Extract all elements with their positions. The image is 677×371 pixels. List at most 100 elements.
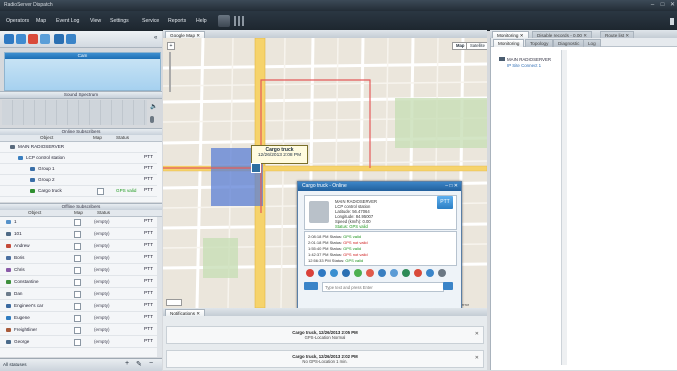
remove-icon[interactable]: − (149, 360, 153, 367)
menu-operators[interactable]: Operators (6, 18, 29, 24)
column-status[interactable]: Status (97, 210, 110, 216)
tree-row-station[interactable]: LCP control station PTT (0, 153, 157, 164)
menu-settings[interactable]: Settings (110, 18, 129, 24)
dismiss-icon[interactable]: ✕ (475, 331, 479, 337)
tree-node-server[interactable]: MAIN RADIOSERVER (507, 57, 551, 62)
ptt-button[interactable]: PTT (144, 303, 153, 308)
dismiss-icon[interactable]: ✕ (475, 355, 479, 361)
column-object[interactable]: Object (28, 210, 41, 216)
menu-view[interactable]: View (90, 18, 101, 24)
edit-icon[interactable]: ✎ (136, 360, 142, 368)
settings-icon[interactable] (426, 269, 434, 277)
menu-reports[interactable]: Reports (168, 18, 186, 24)
ptt-button[interactable]: PTT (144, 255, 153, 260)
chart-icon[interactable] (4, 34, 14, 44)
map-checkbox[interactable] (74, 231, 81, 238)
map-checkbox[interactable] (74, 303, 81, 310)
subtab-topology[interactable]: Topology (525, 39, 554, 47)
tree-node-site[interactable]: IP Site Connect 1 (507, 63, 541, 68)
add-icon[interactable]: + (125, 360, 129, 367)
ptt-button[interactable]: PTT (144, 166, 153, 171)
collapse-icon[interactable]: « (154, 35, 157, 41)
offline-row[interactable]: Constantine (empty) PTT (0, 277, 157, 288)
subtab-log[interactable]: Log (583, 39, 601, 47)
notification-item[interactable]: Cargo truck, 12/26/2013 2:05 PM GPS-Loca… (166, 326, 484, 344)
scrollbar[interactable] (157, 217, 162, 357)
offline-row[interactable]: Engineer's car (empty) PTT (0, 301, 157, 312)
alert-icon[interactable] (40, 34, 50, 44)
offline-row[interactable]: Andrew (empty) PTT (0, 241, 157, 252)
ptt-large-button[interactable]: PTT (437, 196, 453, 209)
column-map[interactable]: Map (74, 210, 83, 216)
tree-row-server[interactable]: MAIN RADIOSERVER (0, 142, 157, 153)
map-checkbox[interactable] (74, 339, 81, 346)
dialog-titlebar[interactable]: Cargo truck - Online – □ ✕ (298, 182, 461, 191)
ptt-button[interactable]: PTT (144, 177, 153, 182)
offline-row[interactable]: Boris (empty) PTT (0, 253, 157, 264)
message-input[interactable] (322, 282, 444, 292)
send-icon[interactable] (443, 282, 453, 290)
subtab-diagnostic[interactable]: Diagnostic (553, 39, 585, 47)
offline-row[interactable]: 1 (empty) PTT (0, 217, 157, 228)
ptt-button[interactable]: PTT (144, 339, 153, 344)
ptt-button[interactable]: PTT (144, 219, 153, 224)
subtab-monitoring[interactable]: Monitoring (493, 39, 525, 47)
map-checkbox[interactable] (74, 315, 81, 322)
search-icon[interactable] (438, 269, 446, 277)
map-checkbox[interactable] (74, 243, 81, 250)
scrollbar[interactable] (561, 50, 567, 365)
headset-icon[interactable] (330, 269, 338, 277)
offline-row[interactable]: Dan (empty) PTT (0, 289, 157, 300)
scroll-handle[interactable] (670, 18, 674, 25)
menu-event-log[interactable]: Event Log (56, 18, 79, 24)
zoom-slider[interactable] (169, 52, 171, 92)
ptt-button[interactable]: PTT (144, 188, 153, 193)
users-icon[interactable] (28, 34, 38, 44)
user-icon[interactable] (16, 34, 26, 44)
ptt-button[interactable]: PTT (144, 155, 153, 160)
column-map[interactable]: Map (93, 135, 102, 141)
offline-row[interactable]: Eugene (empty) PTT (0, 313, 157, 324)
record-icon[interactable] (414, 269, 422, 277)
map-checkbox[interactable] (74, 267, 81, 274)
map-checkbox[interactable] (74, 327, 81, 334)
window-icon[interactable] (66, 34, 76, 44)
ptt-button[interactable]: PTT (144, 279, 153, 284)
ptt-button[interactable]: PTT (144, 315, 153, 320)
tree-row-cargo-truck[interactable]: Cargo truck GPS valid PTT (0, 186, 157, 197)
dialog-close-icon[interactable]: – □ ✕ (445, 182, 458, 191)
offline-row[interactable]: 101 (empty) PTT (0, 229, 157, 240)
menu-map[interactable]: Map (36, 18, 46, 24)
message-icon[interactable] (318, 269, 326, 277)
ptt-button[interactable]: PTT (144, 243, 153, 248)
ptt-button[interactable]: PTT (144, 231, 153, 236)
grid-icon[interactable] (234, 16, 244, 26)
offline-row[interactable]: Freightliner (empty) PTT (0, 325, 157, 336)
lock-icon[interactable] (390, 269, 398, 277)
column-object[interactable]: Object (40, 135, 53, 141)
map-type-satellite[interactable]: Satellite (466, 42, 487, 50)
menu-help[interactable]: Help (196, 18, 207, 24)
map-checkbox[interactable] (74, 255, 81, 262)
ptt-button[interactable]: PTT (144, 291, 153, 296)
location-icon[interactable] (342, 269, 350, 277)
alarm-icon[interactable] (366, 269, 374, 277)
zoom-in-icon[interactable]: + (167, 42, 175, 50)
offline-row[interactable]: George (empty) PTT (0, 337, 157, 348)
column-status[interactable]: Status (116, 135, 129, 141)
truck-map-marker[interactable] (251, 163, 261, 173)
map-checkbox[interactable] (74, 219, 81, 226)
tree-row-group[interactable]: Group 2 PTT (0, 175, 157, 186)
recipient-icon[interactable] (304, 282, 318, 290)
tree-row-group[interactable]: Group 1 PTT (0, 164, 157, 175)
notification-item[interactable]: Cargo truck, 12/26/2013 2:02 PM No GPS-L… (166, 350, 484, 368)
share-icon[interactable] (402, 269, 410, 277)
offline-row[interactable]: Chris (empty) PTT (0, 265, 157, 276)
menu-service[interactable]: Service (142, 18, 159, 24)
map-checkbox[interactable] (97, 188, 104, 195)
map-checkbox[interactable] (74, 291, 81, 298)
track-icon[interactable] (354, 269, 362, 277)
phone-icon[interactable] (306, 269, 314, 277)
status-filter-select[interactable]: All statuses (3, 362, 27, 367)
maximize-icon[interactable]: □ (658, 1, 667, 9)
